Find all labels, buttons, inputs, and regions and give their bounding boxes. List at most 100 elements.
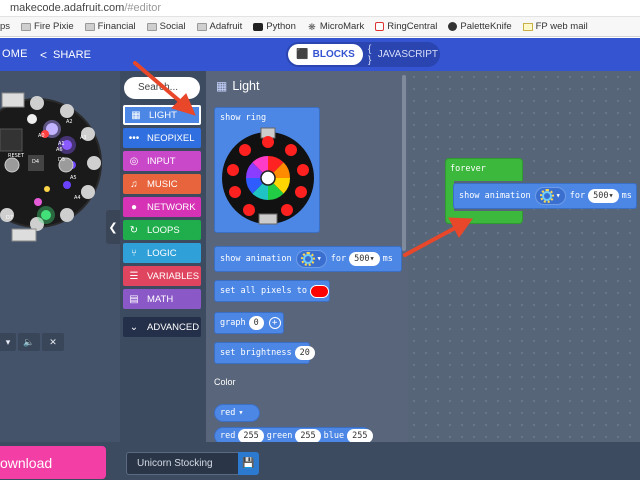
- plus-icon[interactable]: +: [268, 317, 281, 329]
- blocks-tab[interactable]: ⬛ BLOCKS: [288, 44, 363, 65]
- graph-value-input[interactable]: 0: [248, 316, 264, 330]
- set-all-pixels-block[interactable]: set all pixels to: [214, 280, 330, 302]
- bookmark-paletteknife[interactable]: PaletteKnife: [448, 21, 512, 32]
- collapse-simulator-button[interactable]: ❮: [106, 210, 120, 244]
- save-button[interactable]: 💾: [238, 452, 259, 475]
- toolbox: Search... ▦ LIGHT ••• NEOPIXEL ◎ INPUT ♫ MUS…: [120, 71, 206, 442]
- color-red-block[interactable]: red ▾: [214, 404, 260, 422]
- browser-url-bar[interactable]: makecode.adafruit.com/#editor: [0, 0, 640, 17]
- dots-icon: •••: [128, 132, 140, 144]
- svg-text:A4: A4: [74, 195, 81, 201]
- rainbow-animation-icon: [539, 189, 554, 203]
- bookmark-python[interactable]: Python: [253, 21, 296, 32]
- unit-label: ms: [382, 254, 393, 264]
- category-label: MUSIC: [147, 178, 178, 190]
- animation-picker[interactable]: ▾: [295, 250, 327, 268]
- set-brightness-block[interactable]: set brightness 20: [214, 342, 315, 364]
- flyout-scrollbar[interactable]: [402, 75, 406, 251]
- micromark-icon: ❋: [308, 21, 316, 32]
- svg-text:D4: D4: [32, 159, 39, 165]
- bookmark-apps[interactable]: ps: [0, 21, 10, 32]
- animation-picker[interactable]: ▾: [534, 187, 566, 205]
- grid-icon: ▦: [216, 79, 228, 93]
- simulator-panel: A0 A6 A1 RESET D4 A5 A2 A3 D5 A4 D7 ❮ ▾ …: [0, 71, 120, 442]
- svg-text:A0: A0: [38, 133, 45, 139]
- category-label: NEOPIXEL: [147, 132, 195, 144]
- bookmark-adafruit[interactable]: Adafruit: [196, 21, 242, 32]
- share-button[interactable]: < SHARE: [40, 48, 91, 62]
- blocks-tab-label: BLOCKS: [312, 49, 355, 60]
- category-logic[interactable]: ⑂ LOGIC: [123, 243, 201, 263]
- category-music[interactable]: ♫ MUSIC: [123, 174, 201, 194]
- category-label: NETWORK: [147, 201, 196, 213]
- search-input[interactable]: Search...: [124, 77, 200, 99]
- headphones-icon: ♫: [130, 178, 138, 190]
- blocks-workspace[interactable]: forever show animation ▾ for 500 ms: [408, 71, 640, 442]
- ringcentral-icon: [375, 22, 385, 31]
- block-flyout: ▦ Light show ring show animation ▾ for 5…: [206, 71, 408, 442]
- blue-value-input[interactable]: 255: [347, 429, 373, 442]
- bookmark-social[interactable]: Social: [146, 21, 186, 32]
- bookmark-fire-pixie[interactable]: Fire Pixie: [21, 21, 74, 32]
- block-label: green: [266, 431, 293, 441]
- webmail-icon: [522, 22, 533, 31]
- folder-icon: [146, 22, 157, 31]
- duration-dropdown[interactable]: 500: [588, 189, 619, 203]
- bookmark-financial[interactable]: Financial: [84, 21, 136, 32]
- url-text[interactable]: makecode.adafruit.com/#editor: [10, 2, 161, 14]
- folder-icon: [21, 22, 32, 31]
- calculator-icon: ▤: [129, 293, 139, 305]
- block-label: blue: [323, 431, 345, 441]
- graph-block[interactable]: graph 0 +: [214, 312, 284, 334]
- block-label: graph: [220, 318, 246, 328]
- target-icon: ◎: [129, 155, 139, 167]
- svg-text:A6: A6: [56, 147, 63, 153]
- block-label: for: [569, 191, 586, 201]
- brightness-input[interactable]: 20: [294, 346, 315, 360]
- svg-text:A5: A5: [70, 175, 77, 181]
- category-light[interactable]: ▦ LIGHT: [123, 105, 201, 125]
- ring-color-picker[interactable]: [221, 126, 315, 226]
- green-value-input[interactable]: 255: [295, 429, 321, 442]
- code-braces-icon: { }: [368, 43, 372, 66]
- category-variables[interactable]: ☰ VARIABLES: [123, 266, 201, 286]
- red-value-input[interactable]: 255: [238, 429, 264, 442]
- mute-icon[interactable]: 🔈: [18, 333, 40, 351]
- category-neopixel[interactable]: ••• NEOPIXEL: [123, 128, 201, 148]
- download-button[interactable]: ownload: [0, 446, 106, 479]
- share-icon: <: [40, 48, 48, 62]
- forever-label: forever: [450, 164, 486, 174]
- color-picker[interactable]: [310, 284, 329, 298]
- flyout-title: ▦ Light: [216, 79, 259, 93]
- category-input[interactable]: ◎ INPUT: [123, 151, 201, 171]
- category-advanced[interactable]: ⌄ ADVANCED: [123, 317, 201, 337]
- block-label: red: [220, 431, 236, 441]
- block-label: set brightness: [220, 348, 292, 358]
- home-button[interactable]: OME: [2, 48, 28, 60]
- audio-icon[interactable]: ▾: [0, 333, 16, 351]
- project-name-input[interactable]: Unicorn Stocking: [126, 452, 238, 475]
- bookmark-fp-web-mail[interactable]: FP web mail: [522, 21, 588, 32]
- javascript-tab[interactable]: { } JAVASCRIPT: [368, 43, 438, 66]
- show-animation-block[interactable]: show animation ▾ for 500 ms: [214, 246, 402, 272]
- fullscreen-icon[interactable]: ✕: [42, 333, 64, 351]
- grid-icon: ▦: [131, 109, 141, 121]
- category-math[interactable]: ▤ MATH: [123, 289, 201, 309]
- puzzle-icon: ⬛: [296, 49, 309, 60]
- show-ring-block[interactable]: show ring: [214, 107, 320, 233]
- rgb-block[interactable]: red 255 green 255 blue 255: [214, 427, 373, 442]
- category-label: LOGIC: [147, 247, 177, 259]
- category-label: INPUT: [147, 155, 176, 167]
- duration-dropdown[interactable]: 500: [349, 252, 380, 266]
- block-label: for: [330, 254, 347, 264]
- python-icon: [253, 22, 264, 31]
- workspace-show-animation-block[interactable]: show animation ▾ for 500 ms: [453, 183, 637, 209]
- circuit-playground-board[interactable]: A0 A6 A1 RESET D4 A5 A2 A3 D5 A4 D7: [0, 79, 102, 247]
- chevron-left-icon: ❮: [108, 221, 118, 234]
- category-loops[interactable]: ↻ LOOPS: [123, 220, 201, 240]
- category-network[interactable]: ● NETWORK: [123, 197, 201, 217]
- bookmark-ringcentral[interactable]: RingCentral: [375, 21, 437, 32]
- bookmark-micromark[interactable]: ❋ MicroMark: [307, 21, 364, 32]
- save-icon: 💾: [242, 458, 255, 469]
- svg-text:D7: D7: [6, 215, 13, 221]
